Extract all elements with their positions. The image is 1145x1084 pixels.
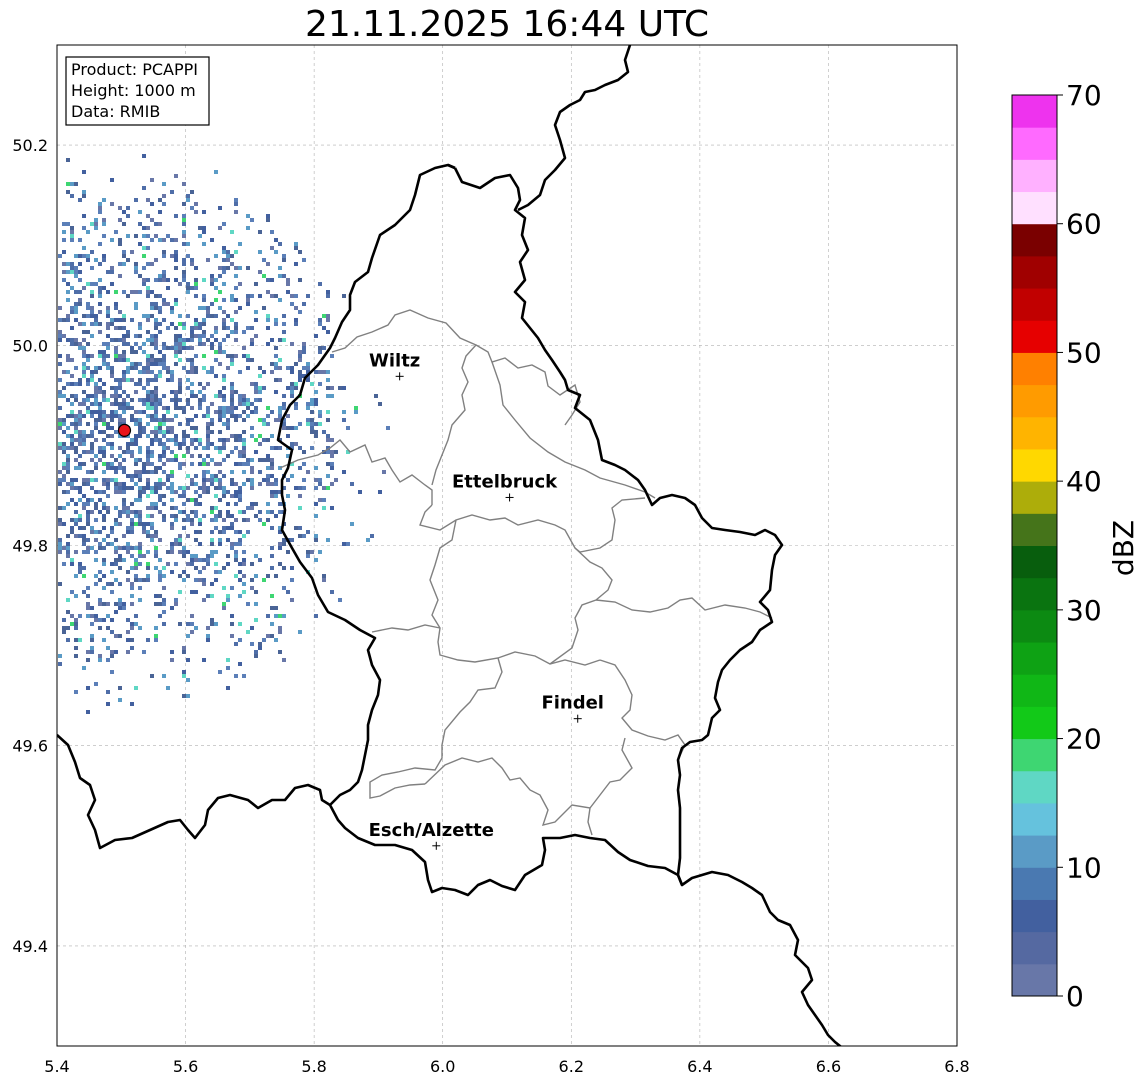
colorbar-segment bbox=[1012, 835, 1057, 868]
colorbar-segment bbox=[1012, 320, 1057, 353]
colorbar-segment bbox=[1012, 223, 1057, 257]
colorbar-segment bbox=[1012, 674, 1057, 707]
info-product: Product: PCAPPI bbox=[71, 60, 198, 79]
x-tick-label: 6.6 bbox=[816, 1057, 841, 1076]
info-height: Height: 1000 m bbox=[71, 81, 196, 100]
colorbar-segment bbox=[1012, 963, 1057, 997]
colorbar-segment bbox=[1012, 738, 1057, 772]
x-tick-label: 6.0 bbox=[430, 1057, 455, 1076]
colorbar-segment bbox=[1012, 159, 1057, 193]
x-tick-label: 6.2 bbox=[559, 1057, 584, 1076]
colorbar-segment bbox=[1012, 255, 1057, 289]
colorbar-segment bbox=[1012, 127, 1057, 160]
colorbar-segment bbox=[1012, 448, 1057, 482]
colorbar-segment bbox=[1012, 513, 1057, 546]
colorbar: 0 10 20 30 40 50 60 70 dBZ bbox=[1011, 79, 1140, 1013]
y-tick-label: 50.0 bbox=[12, 336, 48, 355]
colorbar-tick-label: 30 bbox=[1066, 594, 1102, 627]
city-label: Ettelbruck bbox=[452, 471, 558, 492]
x-tick-label: 5.6 bbox=[173, 1057, 198, 1076]
colorbar-segment bbox=[1012, 867, 1057, 900]
y-axis-ticks: 49.4 49.6 49.8 50.0 50.2 bbox=[12, 136, 48, 956]
colorbar-segment bbox=[1012, 481, 1057, 514]
colorbar-segment bbox=[1012, 416, 1057, 450]
radar-map-figure: Wiltz Ettelbruck Findel Esch/Alzette 5.4 5.6… bbox=[12, 44, 1140, 1076]
x-axis-ticks: 5.4 5.6 5.8 6.0 6.2 6.4 6.6 6.8 bbox=[44, 1057, 969, 1076]
colorbar-segment bbox=[1012, 384, 1057, 418]
colorbar-segment bbox=[1012, 352, 1057, 386]
y-tick-label: 49.6 bbox=[12, 737, 48, 756]
colorbar-segments bbox=[1012, 95, 1057, 997]
colorbar-segment bbox=[1012, 899, 1057, 933]
colorbar-segment bbox=[1012, 95, 1057, 128]
colorbar-segment bbox=[1012, 931, 1057, 965]
colorbar-segment bbox=[1012, 802, 1057, 836]
colorbar-segment bbox=[1012, 577, 1057, 611]
info-box: Product: PCAPPI Height: 1000 m Data: RMI… bbox=[65, 56, 210, 126]
colorbar-segment bbox=[1012, 770, 1057, 804]
city-label: Findel bbox=[541, 693, 604, 714]
x-tick-label: 5.8 bbox=[301, 1057, 326, 1076]
colorbar-label: dBZ bbox=[1107, 520, 1140, 576]
colorbar-segment bbox=[1012, 545, 1057, 579]
colorbar-segment bbox=[1012, 191, 1057, 225]
x-tick-label: 6.8 bbox=[944, 1057, 969, 1076]
radar-site-marker bbox=[117, 423, 132, 437]
colorbar-segment bbox=[1012, 288, 1057, 321]
x-tick-label: 6.4 bbox=[687, 1057, 712, 1076]
y-tick-label: 49.4 bbox=[12, 937, 48, 956]
colorbar-segment bbox=[1012, 609, 1057, 643]
colorbar-tick-label: 70 bbox=[1066, 79, 1102, 112]
colorbar-tick-label: 40 bbox=[1066, 465, 1102, 498]
colorbar-segment bbox=[1012, 642, 1057, 675]
y-tick-label: 50.2 bbox=[12, 136, 48, 155]
city-label: Esch/Alzette bbox=[369, 820, 494, 841]
colorbar-tick-label: 10 bbox=[1066, 851, 1102, 884]
info-data-source: Data: RMIB bbox=[71, 102, 160, 121]
colorbar-tick-label: 50 bbox=[1066, 336, 1102, 369]
colorbar-ticks: 0 10 20 30 40 50 60 70 bbox=[1057, 79, 1102, 1013]
colorbar-tick-label: 20 bbox=[1066, 723, 1102, 756]
city-label: Wiltz bbox=[369, 350, 420, 371]
y-tick-label: 49.8 bbox=[12, 537, 48, 556]
colorbar-segment bbox=[1012, 706, 1057, 740]
colorbar-tick-label: 60 bbox=[1066, 208, 1102, 241]
colorbar-tick-label: 0 bbox=[1066, 980, 1084, 1013]
x-tick-label: 5.4 bbox=[44, 1057, 69, 1076]
